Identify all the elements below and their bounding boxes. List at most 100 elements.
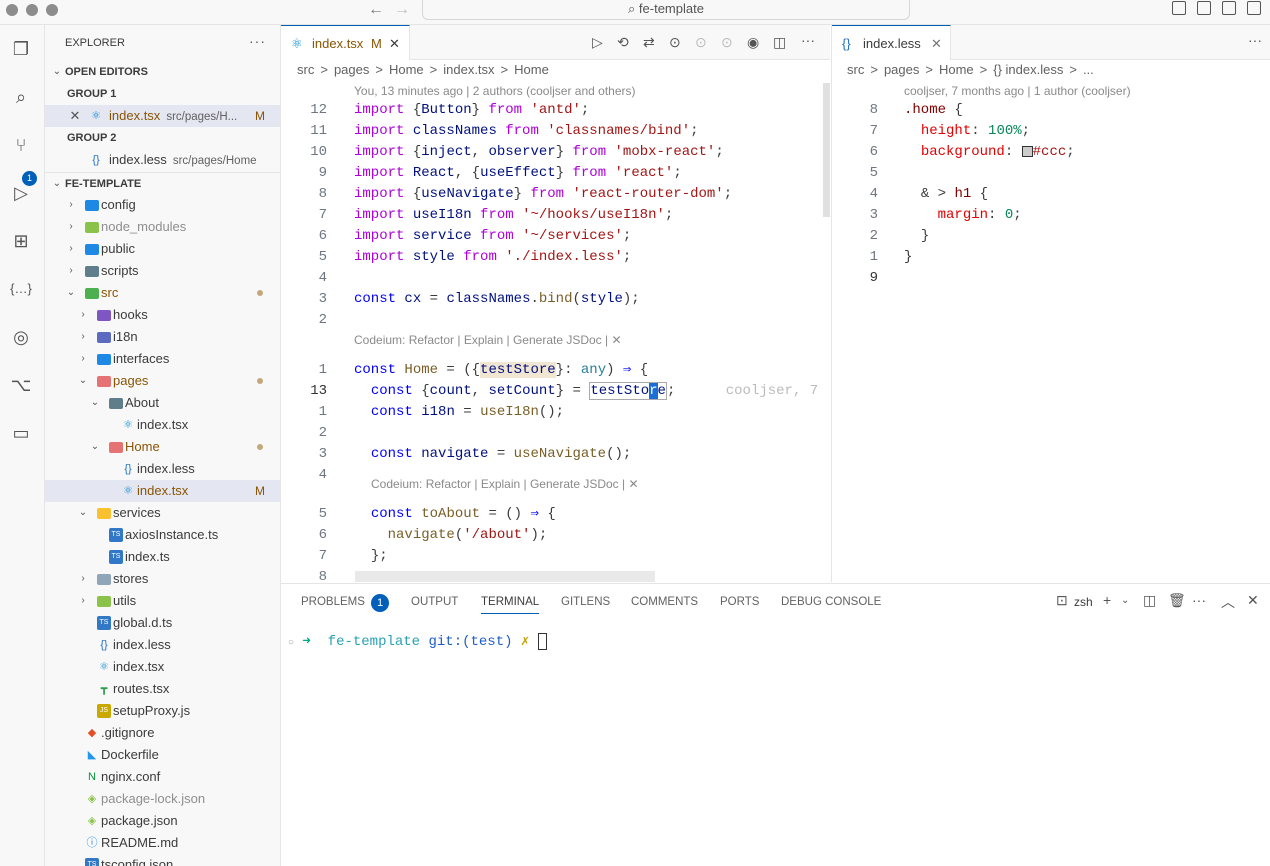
tree-item[interactable]: ⌄ services — [45, 502, 280, 524]
tree-item[interactable]: › config — [45, 194, 280, 216]
tree-item[interactable]: › hooks — [45, 304, 280, 326]
gitlens-inspect-icon[interactable]: ◉ — [747, 34, 759, 51]
code-line[interactable]: import React, {useEffect} from 'react'; — [354, 163, 682, 184]
tree-item[interactable]: TS global.d.ts — [45, 612, 280, 634]
tree-item[interactable]: ⌄ Home — [45, 436, 280, 458]
more-actions-icon[interactable]: ··· — [801, 32, 815, 48]
terminal-output[interactable]: ○ ➜ fe-template git:(test) ✗ — [288, 633, 547, 650]
tab-index-less[interactable]: {} index.less ✕ — [832, 25, 951, 60]
tree-item[interactable]: ┳ routes.tsx — [45, 678, 280, 700]
tree-item[interactable]: › stores — [45, 568, 280, 590]
code-line[interactable]: import {useNavigate} from 'react-router-… — [354, 184, 732, 205]
code-line[interactable]: & > h1 { — [904, 184, 988, 205]
tree-item[interactable]: Nnginx.conf — [45, 766, 280, 788]
breadcrumb-item[interactable]: Home — [514, 62, 549, 77]
remote-icon[interactable]: ◎ — [7, 323, 35, 351]
tree-item[interactable]: TS tsconfig.json — [45, 854, 280, 866]
breadcrumb-item[interactable]: src — [847, 62, 864, 77]
split-editor-icon[interactable]: ◫ — [773, 34, 786, 51]
panel-tab-gitlens[interactable]: GITLENS — [561, 596, 610, 608]
maximize-panel-icon[interactable]: ︿ — [1221, 592, 1235, 612]
panel-tab-debug-console[interactable]: DEBUG CONSOLE — [781, 596, 881, 608]
next-change-icon[interactable]: ⊙ — [695, 34, 707, 51]
close-window-button[interactable] — [6, 4, 18, 16]
code-line[interactable]: background: #ccc; — [904, 142, 1075, 163]
code-line[interactable]: const cx = classNames.bind(style); — [354, 289, 640, 310]
trash-icon[interactable]: 🗑 — [1168, 592, 1186, 609]
breadcrumb-item[interactable]: {} index.less — [993, 62, 1063, 77]
tree-item[interactable]: ⓘ README.md — [45, 832, 280, 854]
gitlens-icon[interactable]: ⌥ — [7, 371, 35, 399]
code-line[interactable]: }; — [354, 546, 388, 567]
panel-tab-terminal[interactable]: TERMINAL — [481, 596, 540, 614]
tree-item[interactable]: {} index.less — [45, 634, 280, 656]
horizontal-scrollbar[interactable] — [355, 571, 655, 582]
code-line[interactable]: const Home = ({testStore}: any) ⇒ { — [354, 360, 648, 381]
tree-item[interactable]: TS axiosInstance.ts — [45, 524, 280, 546]
compare-icon[interactable]: ⇄ — [643, 34, 655, 51]
source-control-icon[interactable]: ⑂ — [7, 131, 35, 159]
breadcrumb-item[interactable]: index.tsx — [443, 62, 494, 77]
code-line[interactable]: } — [904, 226, 929, 247]
code-line[interactable]: } — [904, 247, 912, 268]
close-icon[interactable]: ✕ — [931, 26, 942, 61]
tree-item[interactable]: ⚛ index.tsx — [45, 414, 280, 436]
tree-item[interactable]: › public — [45, 238, 280, 260]
code-line[interactable]: navigate('/about'); — [354, 525, 548, 546]
code-line[interactable]: height: 100%; — [904, 121, 1030, 142]
code-line[interactable]: const toAbout = () ⇒ { — [354, 504, 556, 525]
panel-tab-problems[interactable]: PROBLEMS — [301, 596, 365, 608]
breadcrumb-item[interactable]: Home — [939, 62, 974, 77]
tree-item[interactable]: TS index.ts — [45, 546, 280, 568]
code-line[interactable]: import {inject, observer} from 'mobx-rea… — [354, 142, 724, 163]
tree-item[interactable]: › i18n — [45, 326, 280, 348]
shell-name[interactable]: zsh — [1074, 595, 1093, 609]
code-line[interactable]: const i18n = useI18n(); — [354, 402, 564, 423]
tree-item[interactable]: ⌄ src — [45, 282, 280, 304]
history-icon[interactable]: ⟲ — [617, 34, 629, 51]
group2-header[interactable]: GROUP 2 — [45, 127, 280, 149]
tree-item[interactable]: ⌄ pages — [45, 370, 280, 392]
breadcrumb[interactable]: src > pages > Home > {} index.less >... — [847, 62, 1100, 77]
split-terminal-icon[interactable]: ◫ — [1143, 592, 1156, 609]
minimize-window-button[interactable] — [26, 4, 38, 16]
breadcrumb-item[interactable]: Home — [389, 62, 424, 77]
folder-icon[interactable]: ▭ — [7, 419, 35, 447]
tree-item[interactable]: ⚛ index.tsx — [45, 656, 280, 678]
toggle-secondary-sidebar-icon[interactable] — [1222, 1, 1236, 15]
breadcrumb[interactable]: src > pages > Home > index.tsx > Home — [297, 62, 555, 77]
code-line[interactable]: import style from './index.less'; — [354, 247, 631, 268]
previous-change-icon[interactable]: ⊙ — [669, 34, 681, 51]
toggle-sidebar-icon[interactable] — [1172, 1, 1186, 15]
extensions-icon[interactable]: ⊞ — [7, 227, 35, 255]
breadcrumb-item[interactable]: pages — [884, 62, 919, 77]
code-line[interactable]: import service from '~/services'; — [354, 226, 631, 247]
open-editor-index-tsx[interactable]: ✕ ⚛ index.tsx src/pages/H... M — [45, 105, 280, 127]
more-actions-icon[interactable]: ··· — [249, 33, 266, 49]
json-icon[interactable]: {…} — [7, 275, 35, 303]
vertical-scrollbar[interactable] — [823, 83, 830, 217]
forward-arrow-icon[interactable]: → — [394, 1, 410, 19]
codeium-lens[interactable]: Codeium: Refactor | Explain | Generate J… — [354, 333, 622, 347]
tree-item[interactable]: JS setupProxy.js — [45, 700, 280, 722]
panel-tab-output[interactable]: OUTPUT — [411, 596, 458, 608]
explorer-icon[interactable]: ❐ — [7, 35, 35, 63]
code-line[interactable]: .home { — [904, 100, 963, 121]
tree-item[interactable]: ◣ Dockerfile — [45, 744, 280, 766]
tree-item[interactable]: ⌄ About — [45, 392, 280, 414]
tree-item[interactable]: › interfaces — [45, 348, 280, 370]
forward-change-icon[interactable]: ⊙ — [721, 34, 733, 51]
run-icon[interactable]: ▷ — [592, 34, 603, 51]
tree-item[interactable]: ⚛ index.tsx M — [45, 480, 280, 502]
toggle-panel-icon[interactable] — [1197, 1, 1211, 15]
run-debug-icon[interactable]: ▷ — [7, 179, 35, 207]
code-line[interactable]: import classNames from 'classnames/bind'… — [354, 121, 699, 142]
breadcrumb-item[interactable]: ... — [1083, 62, 1094, 77]
customize-layout-icon[interactable] — [1247, 1, 1261, 15]
tree-item[interactable]: › node_modules — [45, 216, 280, 238]
tree-item[interactable]: › utils — [45, 590, 280, 612]
tree-item[interactable]: ◈ package.json — [45, 810, 280, 832]
close-icon[interactable]: ✕ — [389, 26, 400, 61]
code-line[interactable]: import useI18n from '~/hooks/useI18n'; — [354, 205, 673, 226]
project-section[interactable]: ⌄ FE-TEMPLATE — [45, 172, 280, 194]
